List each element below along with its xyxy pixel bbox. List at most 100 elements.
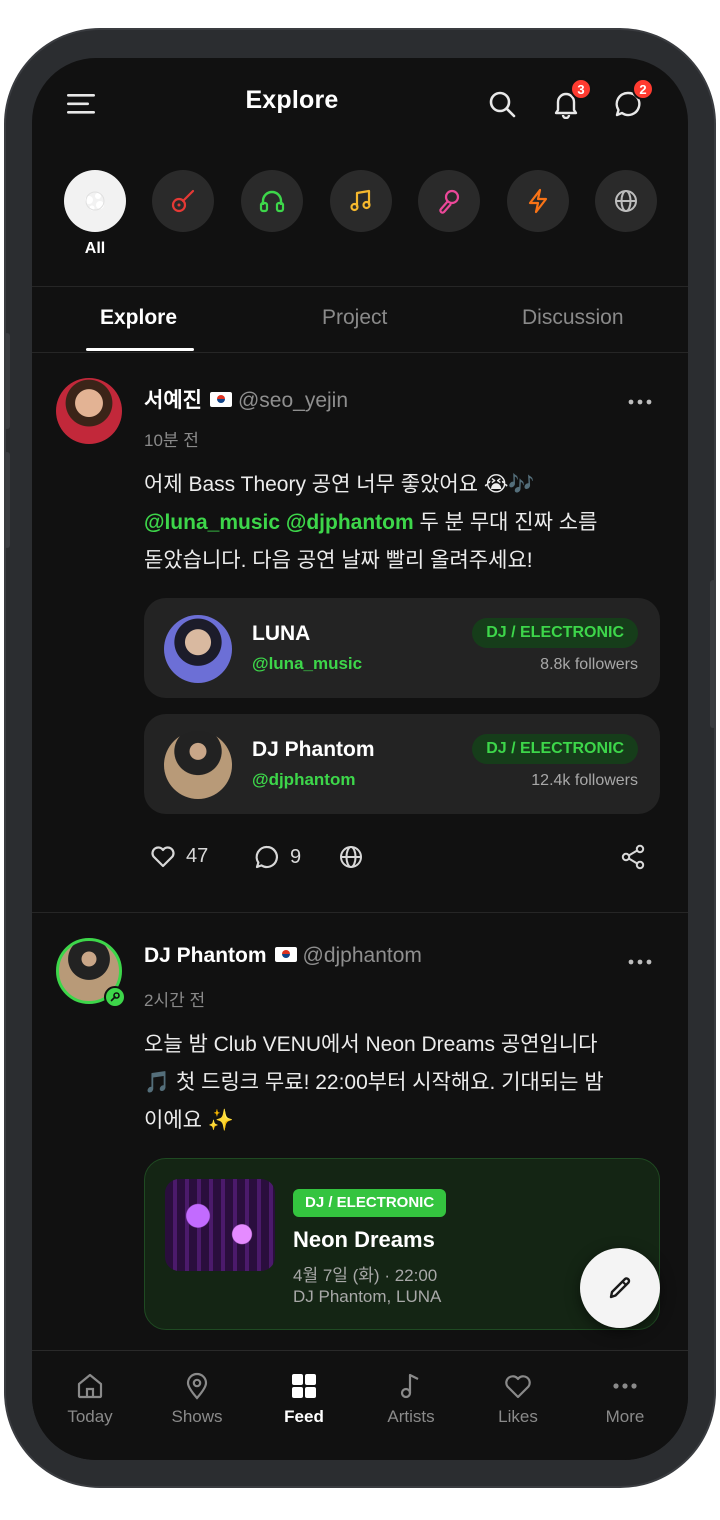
mention-link[interactable]: @luna_music [144,511,280,534]
genre-badge: DJ / ELECTRONIC [472,734,638,764]
post-text-fragment: 두 분 무대 진짜 소름 [413,511,598,534]
pencil-icon [609,1277,631,1299]
nav-more[interactable]: More [575,1371,675,1427]
post-text: 어제 Bass Theory 공연 너무 좋았어요 😭🎶 @luna_music… [144,466,654,580]
nav-likes[interactable]: Likes [468,1371,568,1427]
korea-flag-icon [274,946,297,962]
volume-down-button [4,452,10,548]
active-tab-indicator [86,348,194,351]
author-handle: @seo_yejin [237,389,349,412]
event-title: Neon Dreams [293,1227,435,1252]
author-name: DJ Phantom [144,944,267,967]
microphone-icon [439,189,460,214]
notifications-badge: 3 [570,78,592,100]
search-button[interactable] [482,84,522,124]
verified-artist-badge [104,986,126,1008]
translate-button[interactable] [338,844,364,870]
headphones-icon [259,190,285,213]
post-more-button[interactable] [628,384,652,412]
category-vocal[interactable] [418,170,480,232]
post-text-line: 오늘 밤 Club VENU에서 Neon Dreams 공연입니다 [144,1033,598,1056]
genre-badge: DJ / ELECTRONIC [472,618,638,648]
artist-card[interactable]: LUNA @luna_music DJ / ELECTRONIC 8.8k fo… [144,598,660,698]
follower-count: 12.4k followers [531,772,638,789]
microphone-icon [110,992,120,1002]
category-electronic[interactable] [507,170,569,232]
post-time: 10분 전 [144,431,199,450]
volume-up-button [4,333,10,429]
globe-icon [615,190,637,212]
category-all-label: All [84,240,106,257]
bottom-navigation: Today Shows Feed Artists Likes More [32,1350,688,1460]
post-text-line: 이에요 ✨ [144,1109,234,1132]
event-date: 4월 7일 (화) · 22:00 [293,1266,438,1285]
artist-card[interactable]: DJ Phantom @djphantom DJ / ELECTRONIC 12… [144,714,660,814]
category-all[interactable] [64,170,126,232]
nav-shows[interactable]: Shows [147,1371,247,1427]
category-world[interactable] [595,170,657,232]
music-note-icon [400,1373,419,1399]
post-more-button[interactable] [628,944,652,972]
like-button[interactable]: 47 [150,844,208,868]
location-pin-icon [186,1372,208,1400]
globe-icon [340,846,362,868]
tab-explore[interactable]: Explore [100,306,177,330]
author-handle: @djphantom [302,944,422,967]
heart-icon [505,1375,531,1399]
category-dj[interactable] [241,170,303,232]
like-count: 47 [186,844,209,867]
post-text: 오늘 밤 Club VENU에서 Neon Dreams 공연입니다 🎵 첫 드… [144,1026,654,1140]
tab-discussion[interactable]: Discussion [522,306,624,330]
artist-name: LUNA [252,622,311,645]
follower-count: 8.8k followers [540,656,638,673]
nav-label: Artists [387,1407,435,1426]
nav-label: Feed [284,1407,324,1426]
nav-artists[interactable]: Artists [361,1371,461,1427]
lightning-icon [528,188,548,214]
page-title: Explore [245,86,339,114]
post-author[interactable]: DJ Phantom @djphantom [144,944,422,968]
author-name: 서예진 [144,389,202,412]
messages-button[interactable]: 2 [608,78,654,124]
messages-badge: 2 [632,78,654,100]
artist-avatar [164,731,232,799]
tab-project[interactable]: Project [322,306,387,330]
content-tabs: Explore Project Discussion [32,288,688,352]
music-note-icon [350,189,371,212]
artist-name: DJ Phantom [252,738,375,761]
share-button[interactable] [620,844,646,870]
post-author[interactable]: 서예진 @seo_yejin [144,384,348,414]
comment-count: 9 [290,845,302,868]
post-text-line: 🎵 첫 드링크 무료! 22:00부터 시작해요. 기대되는 밤 [144,1071,604,1094]
compose-post-button[interactable] [580,1248,660,1328]
event-image [165,1179,275,1271]
comment-icon [255,845,278,869]
post-text-line: @luna_music @djphantom 두 분 무대 진짜 소름 [144,504,654,542]
artist-avatar [164,615,232,683]
comment-button[interactable]: 9 [254,844,301,870]
home-icon [77,1373,103,1399]
sparkle-icon [85,191,105,211]
notifications-button[interactable]: 3 [546,78,592,124]
guitar-icon [171,189,195,213]
more-dots-icon [628,399,652,405]
nav-label: Today [67,1407,113,1426]
mention-link[interactable]: @djphantom [286,511,414,534]
more-dots-icon [613,1383,637,1389]
power-button [710,580,716,728]
nav-today[interactable]: Today [40,1371,140,1427]
divider [32,912,688,913]
post-time: 2시간 전 [144,991,206,1010]
category-music[interactable] [330,170,392,232]
category-filter-row: All [64,170,664,270]
nav-feed[interactable]: Feed [254,1371,354,1427]
genre-badge: DJ / ELECTRONIC [293,1189,447,1217]
post-actions: 47 9 [144,844,660,884]
category-guitar[interactable] [152,170,214,232]
artist-handle: @djphantom [252,770,356,789]
avatar[interactable] [56,378,122,444]
app-screen: Explore 3 2 All Explore Project Discussi… [32,58,688,1460]
divider [32,286,688,287]
korea-flag-icon [209,391,232,407]
more-dots-icon [628,959,652,965]
